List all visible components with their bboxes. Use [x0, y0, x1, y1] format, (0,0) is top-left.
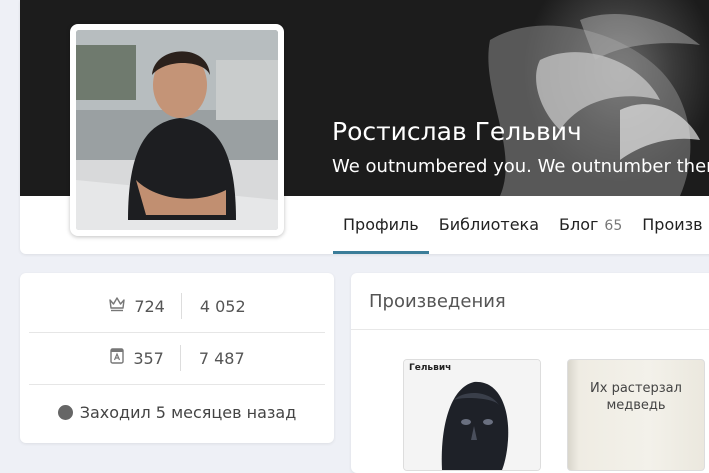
stats-row: 724 4 052 [29, 280, 325, 333]
last-seen-status: Заходил 5 месяцев назад [20, 388, 334, 436]
stat-value[interactable]: 7 487 [181, 349, 245, 368]
avatar-frame[interactable] [70, 24, 284, 236]
book-cover-label: Гельвич [409, 363, 452, 373]
book-title: Их растерзал медведь [568, 380, 704, 414]
tab-profile[interactable]: Профиль [333, 198, 429, 254]
tab-label: Произв [642, 215, 703, 234]
book-cover[interactable]: Гельвич [403, 359, 541, 471]
profile-tabs: Профиль Библиотека Блог 65 Произв [333, 198, 709, 254]
stat-rating[interactable]: 724 [108, 293, 182, 319]
works-card: Произведения Гельвич Их растерзал медвед… [351, 273, 709, 473]
profile-name: Ростислав Гельвич [332, 117, 582, 146]
stat-value: 357 [133, 348, 164, 368]
tab-label: Профиль [343, 215, 419, 234]
book-icon [109, 347, 125, 369]
stat-value: 724 [134, 296, 165, 316]
divider [351, 329, 709, 330]
stat-value[interactable]: 4 052 [182, 297, 246, 316]
tab-blog[interactable]: Блог 65 [549, 198, 632, 252]
section-title: Произведения [369, 291, 506, 312]
stats-card: 724 4 052 357 7 487 Заходил 5 месяцев на… [20, 273, 334, 443]
tab-label: Блог [559, 215, 599, 234]
tab-works[interactable]: Произв [632, 198, 709, 252]
book-title-line: медведь [606, 398, 666, 413]
book-title-line: Их растерзал [590, 381, 682, 396]
tab-count-badge: 65 [604, 218, 623, 234]
stats-row: 357 7 487 [29, 332, 325, 385]
profile-status: We outnumbered you. We outnumber them a [332, 156, 709, 177]
last-seen-text: Заходил 5 месяцев назад [79, 402, 297, 422]
book-cover[interactable]: Их растерзал медведь [567, 359, 705, 471]
offline-status-icon [57, 404, 73, 420]
profile-header-card: Ростислав Гельвич We outnumbered you. We… [20, 0, 709, 254]
tab-library[interactable]: Библиотека [429, 198, 549, 252]
tab-label: Библиотека [438, 215, 540, 234]
crown-icon [108, 296, 126, 316]
avatar[interactable] [76, 30, 278, 230]
stat-books[interactable]: 357 [109, 345, 181, 371]
